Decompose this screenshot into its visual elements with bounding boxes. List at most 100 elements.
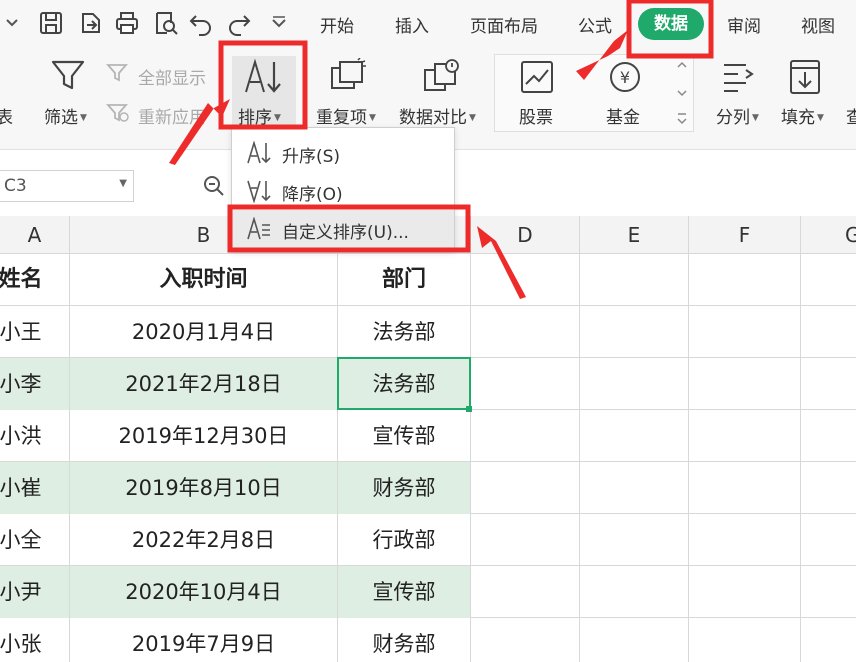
undo-icon[interactable] [188, 10, 214, 36]
menu-item-sort-ascending[interactable]: 升序(S) [232, 134, 454, 172]
tab-review[interactable]: 审阅 [727, 12, 761, 37]
empty-cell[interactable] [580, 254, 689, 306]
empty-cell[interactable] [580, 618, 689, 662]
column-header-a[interactable]: A [0, 216, 70, 254]
print-icon[interactable] [114, 10, 140, 36]
chevron-down-icon[interactable] [0, 10, 18, 36]
cell-date[interactable]: 2019年7月9日 [70, 618, 338, 662]
name-box[interactable]: C3 ▼ [0, 170, 134, 202]
cell-name[interactable]: 小全 [0, 514, 70, 566]
ribbon-cut-label-left: 表 [0, 108, 13, 128]
fund-button[interactable]: 基金 [606, 103, 640, 128]
reapply-button[interactable]: 重新应用 [138, 103, 206, 128]
cell-dept[interactable]: 宣传部 [338, 410, 471, 462]
tab-page-layout[interactable]: 页面布局 [470, 12, 538, 37]
fill-handle[interactable] [466, 406, 472, 412]
table-row: 小崔 2019年8月10日 财务部 [0, 462, 856, 514]
split-button[interactable]: 分列 ▼ [716, 103, 759, 128]
cell-dept[interactable]: 法务部 [338, 358, 471, 410]
tab-formulas[interactable]: 公式 [578, 12, 612, 37]
cell-date[interactable]: 2019年12月30日 [70, 410, 338, 462]
empty-cell[interactable] [471, 306, 580, 358]
cell-dept[interactable]: 财务部 [338, 618, 471, 662]
column-header-e[interactable]: E [580, 216, 689, 254]
empty-cell[interactable] [689, 410, 801, 462]
cell-dept[interactable]: 财务部 [338, 462, 471, 514]
duplicates-icon[interactable] [328, 58, 368, 96]
column-header-g[interactable]: G [801, 216, 856, 254]
cell-name[interactable]: 小王 [0, 306, 70, 358]
empty-cell[interactable] [689, 462, 801, 514]
compare-button[interactable]: 数据对比 ▼ [399, 103, 476, 128]
tab-data[interactable]: 数据 [638, 8, 704, 40]
empty-cell[interactable] [689, 566, 801, 618]
empty-cell[interactable] [689, 306, 801, 358]
cell-name[interactable]: 小洪 [0, 410, 70, 462]
cell-date[interactable]: 2020月1月4日 [70, 306, 338, 358]
duplicates-button[interactable]: 重复项 ▼ [316, 103, 376, 128]
fill-icon[interactable] [788, 58, 822, 96]
zoom-icon[interactable] [202, 174, 226, 198]
fund-icon[interactable]: ¥ [608, 60, 642, 94]
cell-dept[interactable]: 宣传部 [338, 566, 471, 618]
cell-date[interactable]: 2019年8月10日 [70, 462, 338, 514]
header-cell-dept[interactable]: 部门 [338, 254, 471, 306]
cell-name[interactable]: 小李 [0, 358, 70, 410]
empty-cell[interactable] [471, 254, 580, 306]
empty-cell[interactable] [689, 514, 801, 566]
empty-cell[interactable] [471, 410, 580, 462]
menu-item-sort-descending[interactable]: 降序(O) [232, 172, 454, 210]
fill-caret-icon: ▼ [817, 113, 824, 123]
empty-cell[interactable] [580, 358, 689, 410]
sort-label: 排序 [238, 108, 272, 128]
redo-icon[interactable] [226, 10, 252, 36]
cell-dept[interactable]: 行政部 [338, 514, 471, 566]
stock-button[interactable]: 股票 [519, 103, 553, 128]
empty-cell[interactable] [689, 358, 801, 410]
empty-cell[interactable] [471, 618, 580, 662]
panel-scroll-down-icon[interactable] [676, 88, 688, 98]
sort-dropdown-menu: 升序(S) 降序(O) 自定义排序(U)... [231, 127, 455, 251]
header-cell-date[interactable]: 入职时间 [70, 254, 338, 306]
menu-item-custom-sort-label: 自定义排序(U)... [282, 223, 409, 243]
split-icon[interactable] [720, 60, 756, 94]
save-icon[interactable] [38, 10, 64, 36]
empty-cell[interactable] [471, 358, 580, 410]
empty-cell[interactable] [580, 566, 689, 618]
column-header-f[interactable]: F [689, 216, 801, 254]
panel-expand-icon[interactable] [676, 112, 688, 126]
show-all-button[interactable]: 全部显示 [138, 64, 206, 89]
filter-button[interactable]: 筛选 ▼ [44, 103, 87, 128]
cell-name[interactable]: 小张 [0, 618, 70, 662]
empty-cell[interactable] [471, 514, 580, 566]
column-header-d[interactable]: D [471, 216, 580, 254]
panel-scroll-up-icon[interactable] [676, 60, 688, 70]
tab-home[interactable]: 开始 [320, 12, 354, 37]
cell-date[interactable]: 2020年10月4日 [70, 566, 338, 618]
customize-icon[interactable] [266, 10, 292, 36]
empty-cell[interactable] [689, 254, 801, 306]
header-cell-name[interactable]: 姓名 [0, 254, 70, 306]
empty-cell[interactable] [689, 618, 801, 662]
empty-cell[interactable] [471, 462, 580, 514]
empty-cell[interactable] [580, 410, 689, 462]
stock-icon[interactable] [520, 60, 554, 94]
empty-cell[interactable] [580, 462, 689, 514]
empty-cell[interactable] [471, 566, 580, 618]
empty-cell[interactable] [580, 514, 689, 566]
cell-dept[interactable]: 法务部 [338, 306, 471, 358]
compare-icon[interactable] [422, 58, 462, 96]
tab-view[interactable]: 视图 [801, 12, 835, 37]
cell-date[interactable]: 2021年2月18日 [70, 358, 338, 410]
menu-item-custom-sort[interactable]: 自定义排序(U)... [232, 210, 454, 248]
cell-date[interactable]: 2022年2月8日 [70, 514, 338, 566]
empty-cell[interactable] [580, 306, 689, 358]
cell-name[interactable]: 小崔 [0, 462, 70, 514]
export-icon[interactable] [78, 10, 104, 36]
print-preview-icon[interactable] [153, 10, 179, 36]
fill-button[interactable]: 填充 ▼ [781, 103, 824, 128]
filter-icon[interactable] [50, 58, 86, 94]
cell-name[interactable]: 小尹 [0, 566, 70, 618]
tab-insert[interactable]: 插入 [395, 12, 429, 37]
name-box-caret-icon[interactable]: ▼ [119, 178, 127, 189]
